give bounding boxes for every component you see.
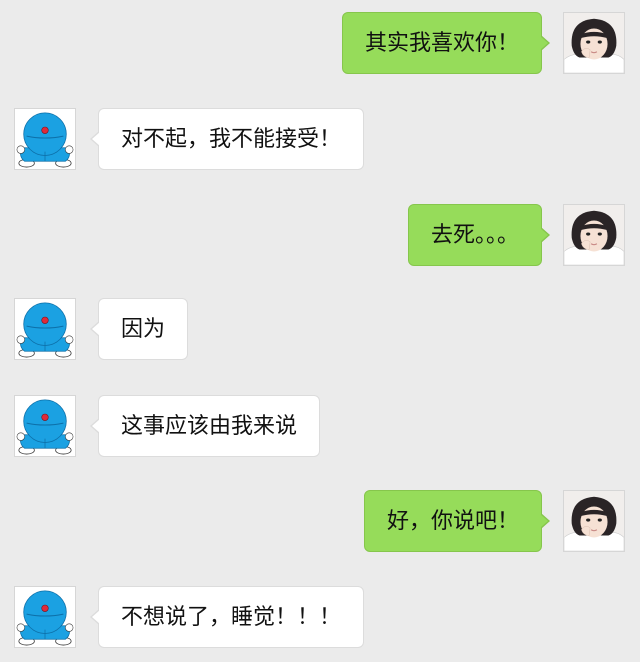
message-bubble-received[interactable]: 对不起，我不能接受！	[89, 108, 365, 170]
girl-photo-avatar-icon[interactable]	[563, 490, 625, 552]
doraemon-avatar-icon[interactable]	[14, 298, 76, 360]
message-received: 对不起，我不能接受！	[0, 108, 640, 178]
message-bubble-received[interactable]: 因为	[89, 298, 189, 360]
message-bubble-sent[interactable]: 去死。。。	[407, 204, 551, 266]
message-bubble-sent[interactable]: 好，你说吧！	[363, 490, 551, 552]
doraemon-avatar-icon[interactable]	[14, 586, 76, 648]
message-received: 因为	[0, 298, 640, 368]
message-bubble-received[interactable]: 这事应该由我来说	[89, 395, 321, 457]
message-bubble-sent[interactable]: 其实我喜欢你！	[341, 12, 551, 74]
doraemon-avatar-icon[interactable]	[14, 395, 76, 457]
message-received: 这事应该由我来说	[0, 395, 640, 465]
girl-photo-avatar-icon[interactable]	[563, 12, 625, 74]
message-sent: 去死。。。	[0, 204, 640, 274]
girl-photo-avatar-icon[interactable]	[563, 204, 625, 266]
message-sent: 其实我喜欢你！	[0, 12, 640, 82]
doraemon-avatar-icon[interactable]	[14, 108, 76, 170]
message-sent: 好，你说吧！	[0, 490, 640, 560]
message-received: 不想说了，睡觉！！！	[0, 586, 640, 656]
message-bubble-received[interactable]: 不想说了，睡觉！！！	[89, 586, 365, 648]
